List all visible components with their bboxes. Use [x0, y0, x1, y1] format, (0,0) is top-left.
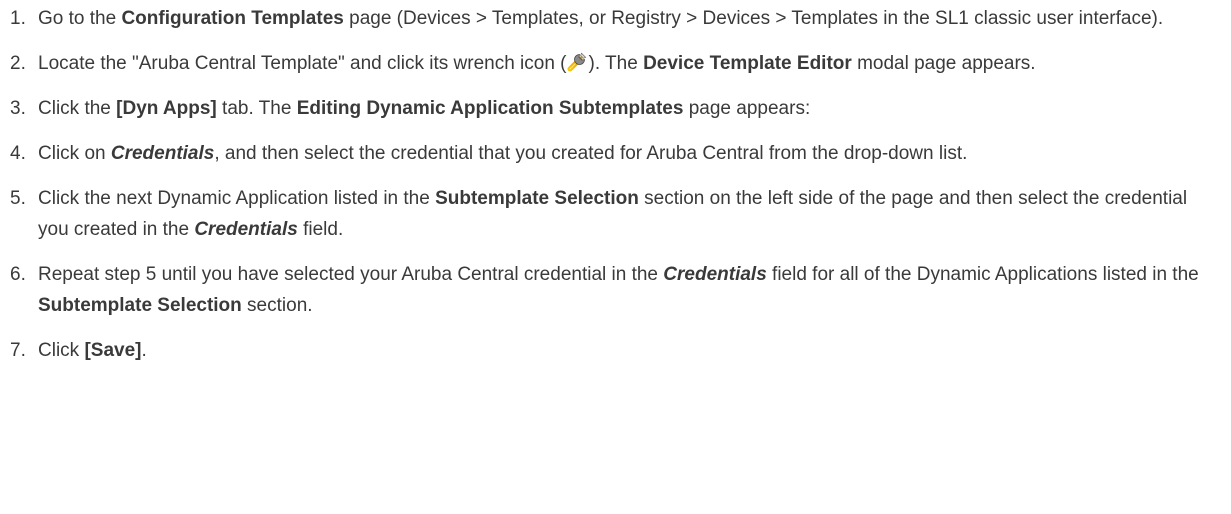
step-text: page (Devices > Templates, or Registry >… [343, 8, 1164, 29]
page-name-configuration-templates: Configuration Templates [121, 8, 344, 29]
step-number: 6. [10, 264, 26, 285]
wrench-icon [567, 50, 589, 72]
step-text: . [141, 340, 147, 361]
section-name-subtemplate-selection: Subtemplate Selection [435, 188, 639, 209]
step-text: field for all of the Dynamic Application… [766, 264, 1199, 285]
step-text: Repeat step 5 until you have selected yo… [38, 264, 664, 285]
step-text: Click the next Dynamic Application liste… [38, 188, 436, 209]
step-text: section. [241, 295, 313, 316]
tab-name-dyn-apps: [Dyn Apps] [116, 98, 217, 119]
step-number: 1. [10, 8, 26, 29]
step-3: 3. Click the [Dyn Apps] tab. The Editing… [0, 93, 1231, 124]
step-text: Go to the [38, 8, 122, 29]
step-text: field. [297, 219, 344, 240]
step-text: , and then select the credential that yo… [214, 143, 968, 164]
field-name-credentials: Credentials [110, 143, 215, 164]
step-7: 7. Click [Save]. [0, 335, 1231, 366]
step-text: ). The [588, 53, 644, 74]
field-name-credentials: Credentials [663, 264, 767, 285]
field-name-credentials: Credentials [194, 219, 298, 240]
step-4: 4. Click on Credentials, and then select… [0, 138, 1231, 169]
step-text: Click on [38, 143, 111, 164]
modal-name-device-template-editor: Device Template Editor [643, 53, 852, 74]
step-text: Locate the "Aruba Central Template" and … [38, 53, 567, 74]
page-name-editing-subtemplates: Editing Dynamic Application Subtemplates [296, 98, 684, 119]
step-number: 4. [10, 143, 26, 164]
step-text: page appears: [683, 98, 811, 119]
step-text: Click the [38, 98, 117, 119]
step-number: 7. [10, 340, 26, 361]
section-name-subtemplate-selection: Subtemplate Selection [38, 295, 242, 316]
button-name-save: [Save] [84, 340, 142, 361]
step-text: modal page appears. [851, 53, 1036, 74]
step-2: 2. Locate the "Aruba Central Template" a… [0, 48, 1231, 79]
step-5: 5. Click the next Dynamic Application li… [0, 183, 1231, 245]
step-6: 6. Repeat step 5 until you have selected… [0, 259, 1231, 321]
step-number: 3. [10, 98, 26, 119]
step-number: 2. [10, 53, 26, 74]
step-1: 1. Go to the Configuration Templates pag… [0, 3, 1231, 34]
step-number: 5. [10, 188, 26, 209]
step-text: tab. The [216, 98, 297, 119]
step-text: Click [38, 340, 85, 361]
instruction-steps: 1. Go to the Configuration Templates pag… [0, 3, 1231, 366]
